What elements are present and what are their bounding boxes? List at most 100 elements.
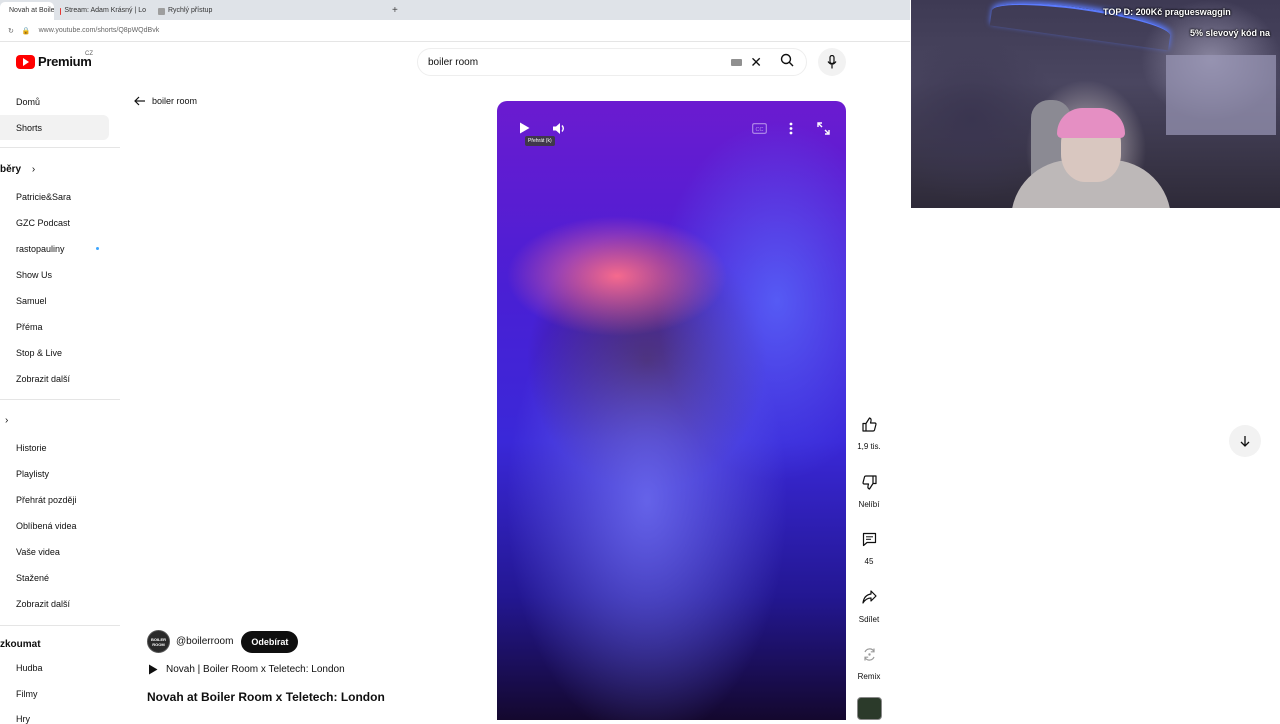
search-box[interactable]: boiler room ✕ bbox=[417, 48, 807, 76]
thumbs-up-icon bbox=[855, 410, 883, 438]
sidebar-item-music[interactable]: Hudba bbox=[16, 663, 43, 673]
channel-row: BOILER ROOM @boilerroom Odebírat bbox=[147, 630, 299, 653]
sidebar-item-your-videos[interactable]: Vaše videa bbox=[16, 547, 60, 557]
browser-tab-bar: Novah at Boiler R Stream: Adam Krásný | … bbox=[0, 0, 910, 20]
sidebar-item-playlists[interactable]: Playlisty bbox=[16, 469, 49, 479]
sidebar-item-channel[interactable]: GZC Podcast bbox=[16, 218, 70, 228]
sidebar-item-watch-later[interactable]: Přehrát později bbox=[16, 495, 77, 505]
divider bbox=[0, 625, 120, 626]
promo-code-overlay: 5% slevový kód na bbox=[1190, 28, 1271, 38]
streamer-cap bbox=[1057, 108, 1125, 138]
browser-tab[interactable]: Stream: Adam Krásný | Lo bbox=[54, 2, 152, 20]
subscribe-button[interactable]: Odebírat bbox=[241, 630, 299, 653]
share-arrow-icon bbox=[855, 583, 883, 611]
new-content-dot bbox=[96, 247, 99, 250]
sidebar-item-home[interactable]: Domů bbox=[16, 97, 40, 107]
subscriptions-heading[interactable]: běry › bbox=[0, 164, 35, 175]
closed-captions-icon: CC bbox=[751, 122, 767, 134]
play-icon bbox=[519, 122, 529, 134]
back-to-search[interactable]: boiler room bbox=[134, 96, 197, 106]
tab-label: Rychlý přístup bbox=[168, 7, 213, 14]
comment-count: 45 bbox=[864, 557, 874, 566]
explore-heading: zkoumat bbox=[0, 639, 41, 650]
sidebar: Domů Shorts běry › Patricie&Sara GZC Pod… bbox=[0, 88, 120, 724]
next-short-button[interactable] bbox=[1229, 425, 1261, 457]
lock-icon: 🔒 bbox=[21, 27, 31, 35]
chevron-right-icon: › bbox=[31, 164, 36, 175]
divider bbox=[0, 399, 120, 400]
dislike-button[interactable]: Nelíbí bbox=[853, 468, 885, 509]
sound-link[interactable]: Novah | Boiler Room x Teletech: London bbox=[148, 664, 345, 675]
channel-handle[interactable]: @boilerroom bbox=[176, 636, 233, 647]
share-label: Sdílet bbox=[858, 615, 880, 624]
sidebar-item-downloads[interactable]: Stažené bbox=[16, 573, 49, 583]
address-bar[interactable]: ↻ 🔒 www.youtube.com/shorts/Q8pWQdBvk bbox=[0, 20, 910, 42]
captions-button[interactable]: CC bbox=[751, 121, 767, 135]
mute-button[interactable] bbox=[551, 120, 567, 136]
share-button[interactable]: Sdílet bbox=[853, 583, 885, 624]
play-button[interactable] bbox=[517, 121, 531, 135]
stream-favicon-icon bbox=[60, 7, 62, 15]
video-title[interactable]: Novah at Boiler Room x Teletech: London bbox=[147, 690, 385, 704]
reload-icon[interactable]: ↻ bbox=[8, 27, 14, 35]
remix-icon bbox=[855, 640, 883, 668]
url-text: www.youtube.com/shorts/Q8pWQdBvk bbox=[38, 27, 160, 34]
show-more-library[interactable]: Zobrazit další bbox=[16, 599, 70, 609]
top-donation-overlay: TOP D: 200Kč pragueswaggin bbox=[1103, 7, 1231, 17]
arrow-left-icon bbox=[134, 96, 145, 106]
sidebar-item-shorts[interactable]: Shorts bbox=[16, 123, 42, 133]
volume-icon bbox=[552, 122, 564, 134]
svg-text:CC: CC bbox=[755, 126, 763, 132]
logo-text: Premium bbox=[38, 54, 92, 69]
sidebar-item-liked-videos[interactable]: Oblíbená videa bbox=[16, 521, 77, 531]
browser-tab[interactable]: Rychlý přístup bbox=[152, 2, 232, 20]
more-vertical-icon bbox=[789, 122, 793, 134]
thumbs-down-icon bbox=[855, 468, 883, 496]
sidebar-item-channel[interactable]: Samuel bbox=[16, 296, 47, 306]
sound-thumbnail[interactable] bbox=[857, 697, 882, 720]
sidebar-item-channel[interactable]: rastopauliny bbox=[16, 244, 65, 254]
sidebar-item-movies[interactable]: Filmy bbox=[16, 689, 38, 699]
search-input[interactable]: boiler room bbox=[428, 57, 731, 68]
fullscreen-button[interactable] bbox=[815, 120, 831, 136]
quick-access-favicon-icon bbox=[158, 7, 165, 15]
search-icon[interactable] bbox=[780, 53, 794, 72]
play-icon bbox=[149, 664, 158, 675]
more-options-button[interactable] bbox=[784, 120, 798, 136]
comments-button[interactable]: 45 bbox=[853, 525, 885, 566]
microphone-icon bbox=[827, 55, 837, 69]
expand-icon bbox=[816, 121, 830, 135]
room-window bbox=[1166, 55, 1276, 135]
back-query-text: boiler room bbox=[152, 96, 198, 106]
sidebar-item-history[interactable]: Historie bbox=[16, 443, 47, 453]
comment-icon bbox=[855, 525, 883, 553]
channel-avatar[interactable]: BOILER ROOM bbox=[147, 630, 170, 653]
sidebar-item-channel[interactable]: Přéma bbox=[16, 322, 43, 332]
you-section-chevron-icon[interactable]: › bbox=[5, 415, 8, 426]
clear-search-icon[interactable]: ✕ bbox=[750, 55, 762, 69]
youtube-play-icon bbox=[16, 54, 35, 69]
browser-tab[interactable]: Novah at Boiler R bbox=[0, 2, 54, 20]
like-count: 1,9 tis. bbox=[857, 442, 881, 451]
keyboard-icon[interactable] bbox=[731, 58, 743, 66]
show-more-subscriptions[interactable]: Zobrazit další bbox=[16, 374, 70, 384]
like-button[interactable]: 1,9 tis. bbox=[853, 410, 885, 451]
avatar-logo-text: BOILER ROOM bbox=[150, 636, 167, 647]
dislike-label: Nelíbí bbox=[858, 500, 880, 509]
region-code: CZ bbox=[85, 51, 93, 57]
sidebar-item-channel[interactable]: Show Us bbox=[16, 270, 52, 280]
tab-label: Stream: Adam Krásný | Lo bbox=[64, 7, 146, 14]
tab-label: Novah at Boiler R bbox=[9, 7, 54, 14]
remix-button[interactable]: Remix bbox=[853, 640, 885, 681]
subscriptions-heading-text: běry bbox=[0, 164, 22, 175]
youtube-premium-logo[interactable]: Premium CZ bbox=[16, 51, 93, 69]
play-tooltip: Přehrát (k) bbox=[525, 136, 555, 146]
sidebar-item-channel[interactable]: Patricie&Sara bbox=[16, 192, 71, 202]
voice-search-button[interactable] bbox=[818, 48, 846, 76]
new-tab-button[interactable]: + bbox=[386, 2, 404, 20]
sound-title: Novah | Boiler Room x Teletech: London bbox=[166, 664, 345, 675]
shorts-video-player[interactable]: Přehrát (k) CC bbox=[497, 101, 846, 720]
sidebar-item-gaming[interactable]: Hry bbox=[16, 714, 30, 724]
remix-label: Remix bbox=[857, 672, 881, 681]
sidebar-item-channel[interactable]: Stop & Live bbox=[16, 348, 62, 358]
